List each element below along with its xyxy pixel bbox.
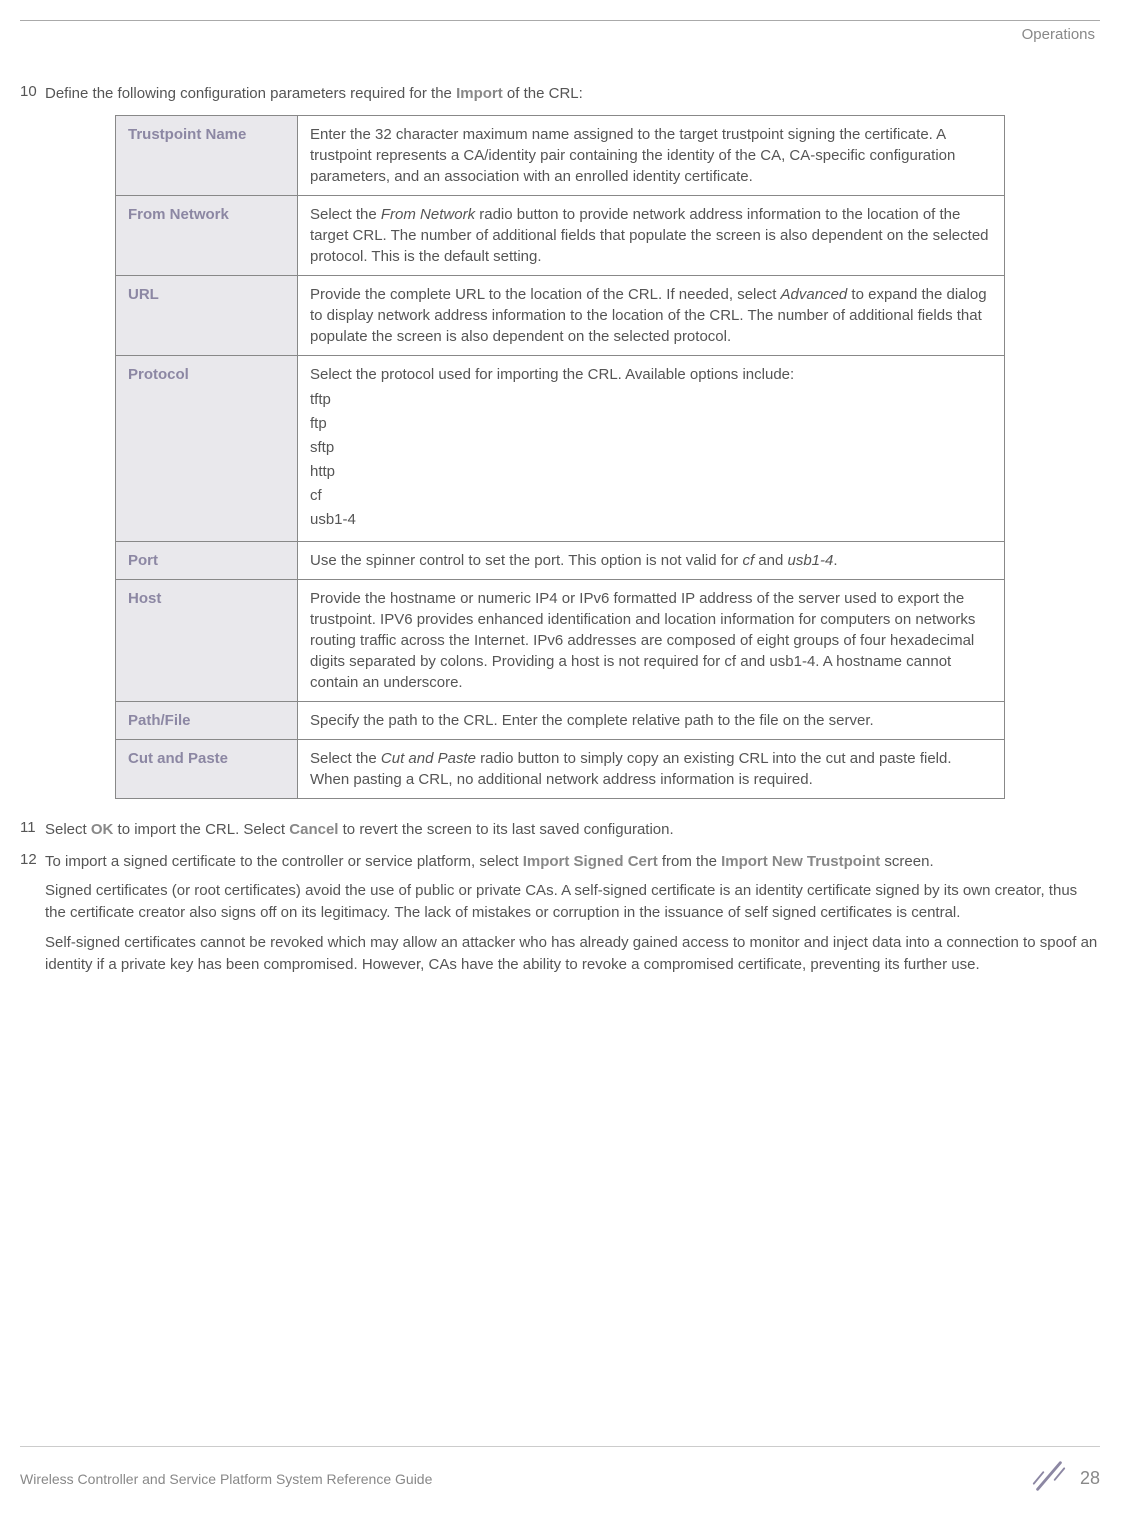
- header-section-label: Operations: [20, 26, 1100, 43]
- protocol-list: tftp ftp sftp http cf usb1-4: [310, 389, 992, 530]
- text: to import the CRL. Select: [113, 821, 289, 838]
- param-label: From Network: [116, 195, 298, 275]
- paragraph: Signed certificates (or root certificate…: [45, 880, 1100, 924]
- step-number: 12: [20, 851, 45, 976]
- protocol-item: usb1-4: [310, 509, 992, 530]
- table-row: Cut and Paste Select the Cut and Paste r…: [116, 739, 1005, 798]
- text: from the: [658, 853, 721, 870]
- protocol-item: http: [310, 461, 992, 482]
- text: to revert the screen to its last saved c…: [338, 821, 673, 838]
- text: screen.: [880, 853, 933, 870]
- table-row: URL Provide the complete URL to the loca…: [116, 275, 1005, 355]
- text: To import a signed certificate to the co…: [45, 853, 523, 870]
- bold-text: OK: [91, 821, 114, 838]
- parameter-table: Trustpoint Name Enter the 32 character m…: [115, 115, 1005, 799]
- bold-text: Import Signed Cert: [523, 853, 658, 870]
- paragraph: Self-signed certificates cannot be revok…: [45, 932, 1100, 976]
- param-desc: Specify the path to the CRL. Enter the c…: [298, 701, 1005, 739]
- text: Define the following configuration param…: [45, 85, 456, 102]
- italic-text: Cut and Paste: [381, 750, 476, 767]
- param-label: Path/File: [116, 701, 298, 739]
- step-text: To import a signed certificate to the co…: [45, 851, 1100, 976]
- text: of the CRL:: [503, 85, 583, 102]
- brand-slash-icon: [1030, 1457, 1068, 1500]
- param-desc: Provide the hostname or numeric IP4 or I…: [298, 579, 1005, 701]
- italic-text: usb1-4: [788, 552, 834, 569]
- table-row: From Network Select the From Network rad…: [116, 195, 1005, 275]
- param-desc: Use the spinner control to set the port.…: [298, 541, 1005, 579]
- text: .: [833, 552, 837, 569]
- param-label: Trustpoint Name: [116, 115, 298, 195]
- step-11: 11 Select OK to import the CRL. Select C…: [20, 819, 1100, 841]
- footer-right: 28: [1030, 1457, 1100, 1500]
- table-row: Protocol Select the protocol used for im…: [116, 355, 1005, 541]
- bold-text: Import: [456, 85, 503, 102]
- bold-text: Cancel: [289, 821, 338, 838]
- table-row: Port Use the spinner control to set the …: [116, 541, 1005, 579]
- param-desc: Select the protocol used for importing t…: [298, 355, 1005, 541]
- step-10: 10 Define the following configuration pa…: [20, 83, 1100, 105]
- text: Provide the complete URL to the location…: [310, 286, 781, 303]
- param-label: Cut and Paste: [116, 739, 298, 798]
- text: Use the spinner control to set the port.…: [310, 552, 742, 569]
- param-desc: Select the From Network radio button to …: [298, 195, 1005, 275]
- param-label: Protocol: [116, 355, 298, 541]
- text: and: [754, 552, 787, 569]
- text: Select the protocol used for importing t…: [310, 366, 794, 383]
- protocol-item: cf: [310, 485, 992, 506]
- protocol-item: ftp: [310, 413, 992, 434]
- italic-text: From Network: [381, 206, 475, 223]
- text: Select the: [310, 750, 381, 767]
- text: Select the: [310, 206, 381, 223]
- param-label: Port: [116, 541, 298, 579]
- param-desc: Provide the complete URL to the location…: [298, 275, 1005, 355]
- bold-text: Import New Trustpoint: [721, 853, 880, 870]
- table-row: Host Provide the hostname or numeric IP4…: [116, 579, 1005, 701]
- param-label: Host: [116, 579, 298, 701]
- page-number: 28: [1080, 1468, 1100, 1489]
- italic-text: cf: [742, 552, 754, 569]
- table-row: Trustpoint Name Enter the 32 character m…: [116, 115, 1005, 195]
- italic-text: Advanced: [781, 286, 848, 303]
- step-number: 11: [20, 819, 45, 841]
- header-rule: [20, 20, 1100, 21]
- param-label: URL: [116, 275, 298, 355]
- text: Select: [45, 821, 91, 838]
- footer-guide-title: Wireless Controller and Service Platform…: [20, 1471, 432, 1487]
- protocol-item: sftp: [310, 437, 992, 458]
- step-text: Select OK to import the CRL. Select Canc…: [45, 819, 1100, 841]
- protocol-item: tftp: [310, 389, 992, 410]
- param-desc: Select the Cut and Paste radio button to…: [298, 739, 1005, 798]
- step-text: Define the following configuration param…: [45, 83, 1100, 105]
- page-footer: Wireless Controller and Service Platform…: [20, 1446, 1100, 1500]
- param-desc: Enter the 32 character maximum name assi…: [298, 115, 1005, 195]
- table-row: Path/File Specify the path to the CRL. E…: [116, 701, 1005, 739]
- step-12: 12 To import a signed certificate to the…: [20, 851, 1100, 976]
- step-number: 10: [20, 83, 45, 105]
